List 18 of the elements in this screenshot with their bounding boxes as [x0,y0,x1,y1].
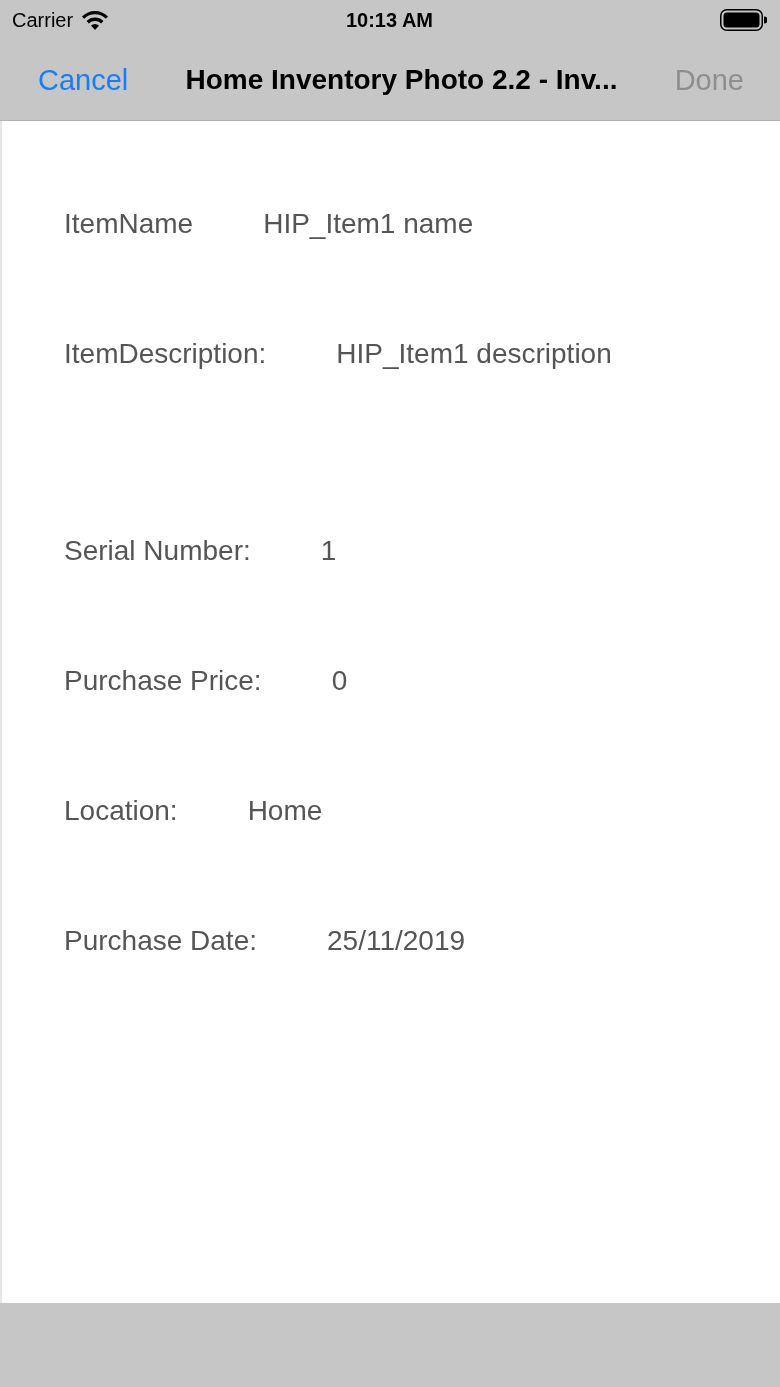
status-time: 10:13 AM [345,8,434,32]
wifi-icon [82,10,109,30]
field-label: ItemName [64,208,194,240]
field-value: HIP_Item1 name [263,208,474,240]
carrier-label: Carrier [12,8,74,32]
field-label: ItemDescription: [64,338,267,370]
battery-icon [720,9,767,31]
nav-title: Home Inventory Photo 2.2 - Inv... [184,64,619,96]
field-value: Home [247,795,323,827]
field-label: Location: [64,795,178,827]
cancel-button[interactable]: Cancel [30,59,137,101]
field-label: Serial Number: [64,535,251,567]
field-label: Purchase Price: [64,665,262,697]
field-value: 25/11/2019 [327,925,466,957]
field-value: 0 [331,665,348,697]
field-value: HIP_Item1 description [336,338,612,370]
field-value: 1 [320,535,337,567]
field-label: Purchase Date: [64,925,257,957]
